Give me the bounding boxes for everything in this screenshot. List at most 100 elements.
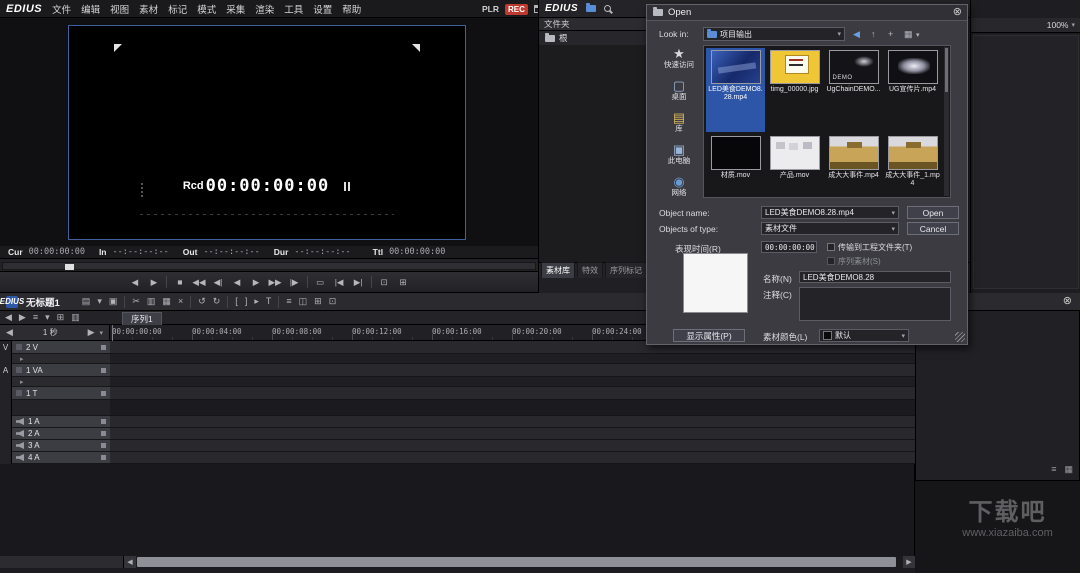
menu-tools[interactable]: 工具 (284, 2, 303, 16)
prev-edit-icon[interactable]: |◀ (333, 278, 346, 287)
clip-color-dropdown[interactable]: 默认 ▾ (819, 329, 909, 342)
search-icon[interactable] (604, 5, 611, 12)
export-timeline-icon[interactable]: ⊡ (329, 297, 337, 306)
track-header-1t[interactable]: 1 T (12, 387, 110, 400)
play-icon[interactable]: ▶ (250, 278, 263, 287)
menu-capture[interactable]: 采集 (226, 2, 245, 16)
timescale-value[interactable]: 1 秒 (18, 327, 83, 338)
mixer-icon[interactable]: ≡ (286, 297, 291, 306)
track-header-1a[interactable]: 1 A (12, 416, 110, 428)
track-patch-icon[interactable]: ▥ (71, 313, 80, 322)
sequence-clip-checkbox[interactable]: 序列素材(S) (827, 256, 881, 267)
scale-decrease-icon[interactable]: ◀ (6, 328, 13, 337)
fullscreen-icon[interactable]: ⊞ (397, 278, 410, 287)
bin-folder-icon[interactable] (586, 5, 596, 12)
file-item[interactable]: 成大大事件.mp4 (824, 134, 883, 192)
show-properties-button[interactable]: 显示属性(P) (673, 329, 745, 342)
position-bar[interactable] (0, 258, 538, 272)
copy-icon[interactable]: ▥ (147, 297, 156, 306)
up-folder-icon[interactable]: ↑ (871, 29, 876, 39)
menu-marker[interactable]: 标记 (168, 2, 187, 16)
dialog-titlebar[interactable]: Open ⊗ (647, 5, 967, 21)
track-header-3a[interactable]: 3 A (12, 440, 110, 452)
place-this-pc[interactable]: ▣ 此电脑 (657, 143, 701, 165)
open-button[interactable]: Open (907, 206, 959, 219)
title-tool-icon[interactable]: T (266, 297, 272, 306)
menu-view[interactable]: 视图 (110, 2, 129, 16)
zoom-fit-icon[interactable]: ⊞ (314, 297, 322, 306)
track-expander[interactable]: ▸ (12, 377, 110, 387)
bin-root-folder[interactable]: 根 (539, 31, 651, 45)
timeline-close-icon[interactable]: ⊗ (1063, 296, 1072, 307)
back-icon[interactable]: ◀ (853, 29, 860, 40)
place-desktop[interactable]: ▢ 桌面 (657, 79, 701, 101)
redo-icon[interactable]: ↻ (213, 297, 221, 306)
tab-clip-library[interactable]: 素材库 (541, 262, 575, 278)
menu-render[interactable]: 渲染 (255, 2, 274, 16)
layout-icon[interactable]: ◫ (299, 297, 308, 306)
dialog-resize-grip[interactable] (955, 332, 965, 342)
set-in-point-icon[interactable]: [ (235, 297, 238, 306)
list-view-icon[interactable]: ≡ (1051, 464, 1056, 475)
poster-time-input[interactable]: 00:00:00:00 (761, 241, 817, 253)
timescale-caret-icon[interactable]: ▾ (99, 329, 103, 337)
comment-input[interactable] (799, 287, 951, 321)
scroll-left-icon[interactable]: ◀ (124, 556, 136, 568)
views-caret-icon[interactable]: ▾ (916, 31, 920, 39)
export-icon[interactable]: ⊡ (378, 278, 391, 287)
track-mute-icon[interactable] (101, 345, 106, 350)
objects-of-type-dropdown[interactable]: 素材文件 ▾ (761, 222, 899, 235)
transfer-checkbox[interactable]: 传输到工程文件夹(T) (827, 242, 912, 253)
add-clip-icon[interactable]: ▸ (254, 297, 259, 306)
play-reverse-icon[interactable]: ◀ (231, 278, 244, 287)
track-mute-icon[interactable] (101, 368, 106, 373)
track-mute-icon[interactable] (101, 431, 106, 436)
menu-help[interactable]: 帮助 (342, 2, 361, 16)
stop-icon[interactable]: ■ (173, 278, 186, 287)
rewind-icon[interactable]: ◀◀ (192, 278, 205, 287)
loop-icon[interactable]: ▭ (314, 278, 327, 287)
menu-settings[interactable]: 设置 (313, 2, 332, 16)
dialog-close-icon[interactable]: ⊗ (953, 7, 962, 18)
snap-icon[interactable]: ⊞ (57, 313, 65, 322)
sync-mode-icon[interactable]: ≡ (33, 313, 38, 322)
undo-icon[interactable]: ↺ (198, 297, 206, 306)
track-expander[interactable]: ▸ (12, 354, 110, 364)
scale-increase-icon[interactable]: ▶ (88, 328, 95, 337)
track-header-2a[interactable]: 2 A (12, 428, 110, 440)
file-item[interactable]: DEMO UgChainDEMO... (824, 48, 883, 132)
file-item[interactable]: 成大大事件_1.mp4 (883, 134, 942, 192)
file-item[interactable]: 材质.mov (706, 134, 765, 192)
track-mute-icon[interactable] (101, 455, 106, 460)
next-edit-icon[interactable]: ▶| (352, 278, 365, 287)
ripple-mode-icon[interactable]: ▾ (45, 313, 50, 322)
open-project-caret-icon[interactable]: ▾ (97, 297, 102, 306)
source-channel-v[interactable]: V (0, 343, 11, 352)
track-forward-icon[interactable]: ▶ (19, 313, 26, 322)
track-mute-icon[interactable] (101, 443, 106, 448)
place-network[interactable]: ◉ 网络 (657, 175, 701, 197)
track-lanes[interactable] (110, 341, 915, 464)
zoom-caret-icon[interactable]: ▾ (1071, 21, 1075, 29)
menu-clip[interactable]: 素材 (139, 2, 158, 16)
menu-edit[interactable]: 编辑 (81, 2, 100, 16)
track-back-icon[interactable]: ◀ (5, 313, 12, 322)
hscroll-track[interactable] (136, 556, 903, 568)
source-channel-a[interactable]: A (0, 366, 11, 375)
open-project-icon[interactable]: ▤ (82, 297, 91, 306)
set-out-point-icon[interactable]: ] (245, 297, 248, 306)
look-in-dropdown[interactable]: 项目输出 ▾ (703, 27, 845, 41)
hscroll-thumb[interactable] (137, 557, 896, 567)
save-project-icon[interactable]: ▣ (109, 297, 118, 306)
clip-name-input[interactable]: LED美食DEMO8.28 (799, 271, 951, 283)
position-track[interactable] (2, 262, 536, 270)
next-frame-icon[interactable]: |▶ (288, 278, 301, 287)
object-name-input[interactable]: LED美食DEMO8.28.mp4 ▾ (761, 206, 899, 219)
file-item[interactable]: timg_00000.jpg (765, 48, 824, 132)
place-libraries[interactable]: ▤ 库 (657, 111, 701, 133)
fast-forward-icon[interactable]: ▶▶ (269, 278, 282, 287)
cut-icon[interactable]: ✂ (132, 297, 140, 306)
set-in-icon[interactable]: ◀ (128, 278, 141, 287)
menu-mode[interactable]: 模式 (197, 2, 216, 16)
views-icon[interactable]: ▦ (904, 29, 913, 40)
